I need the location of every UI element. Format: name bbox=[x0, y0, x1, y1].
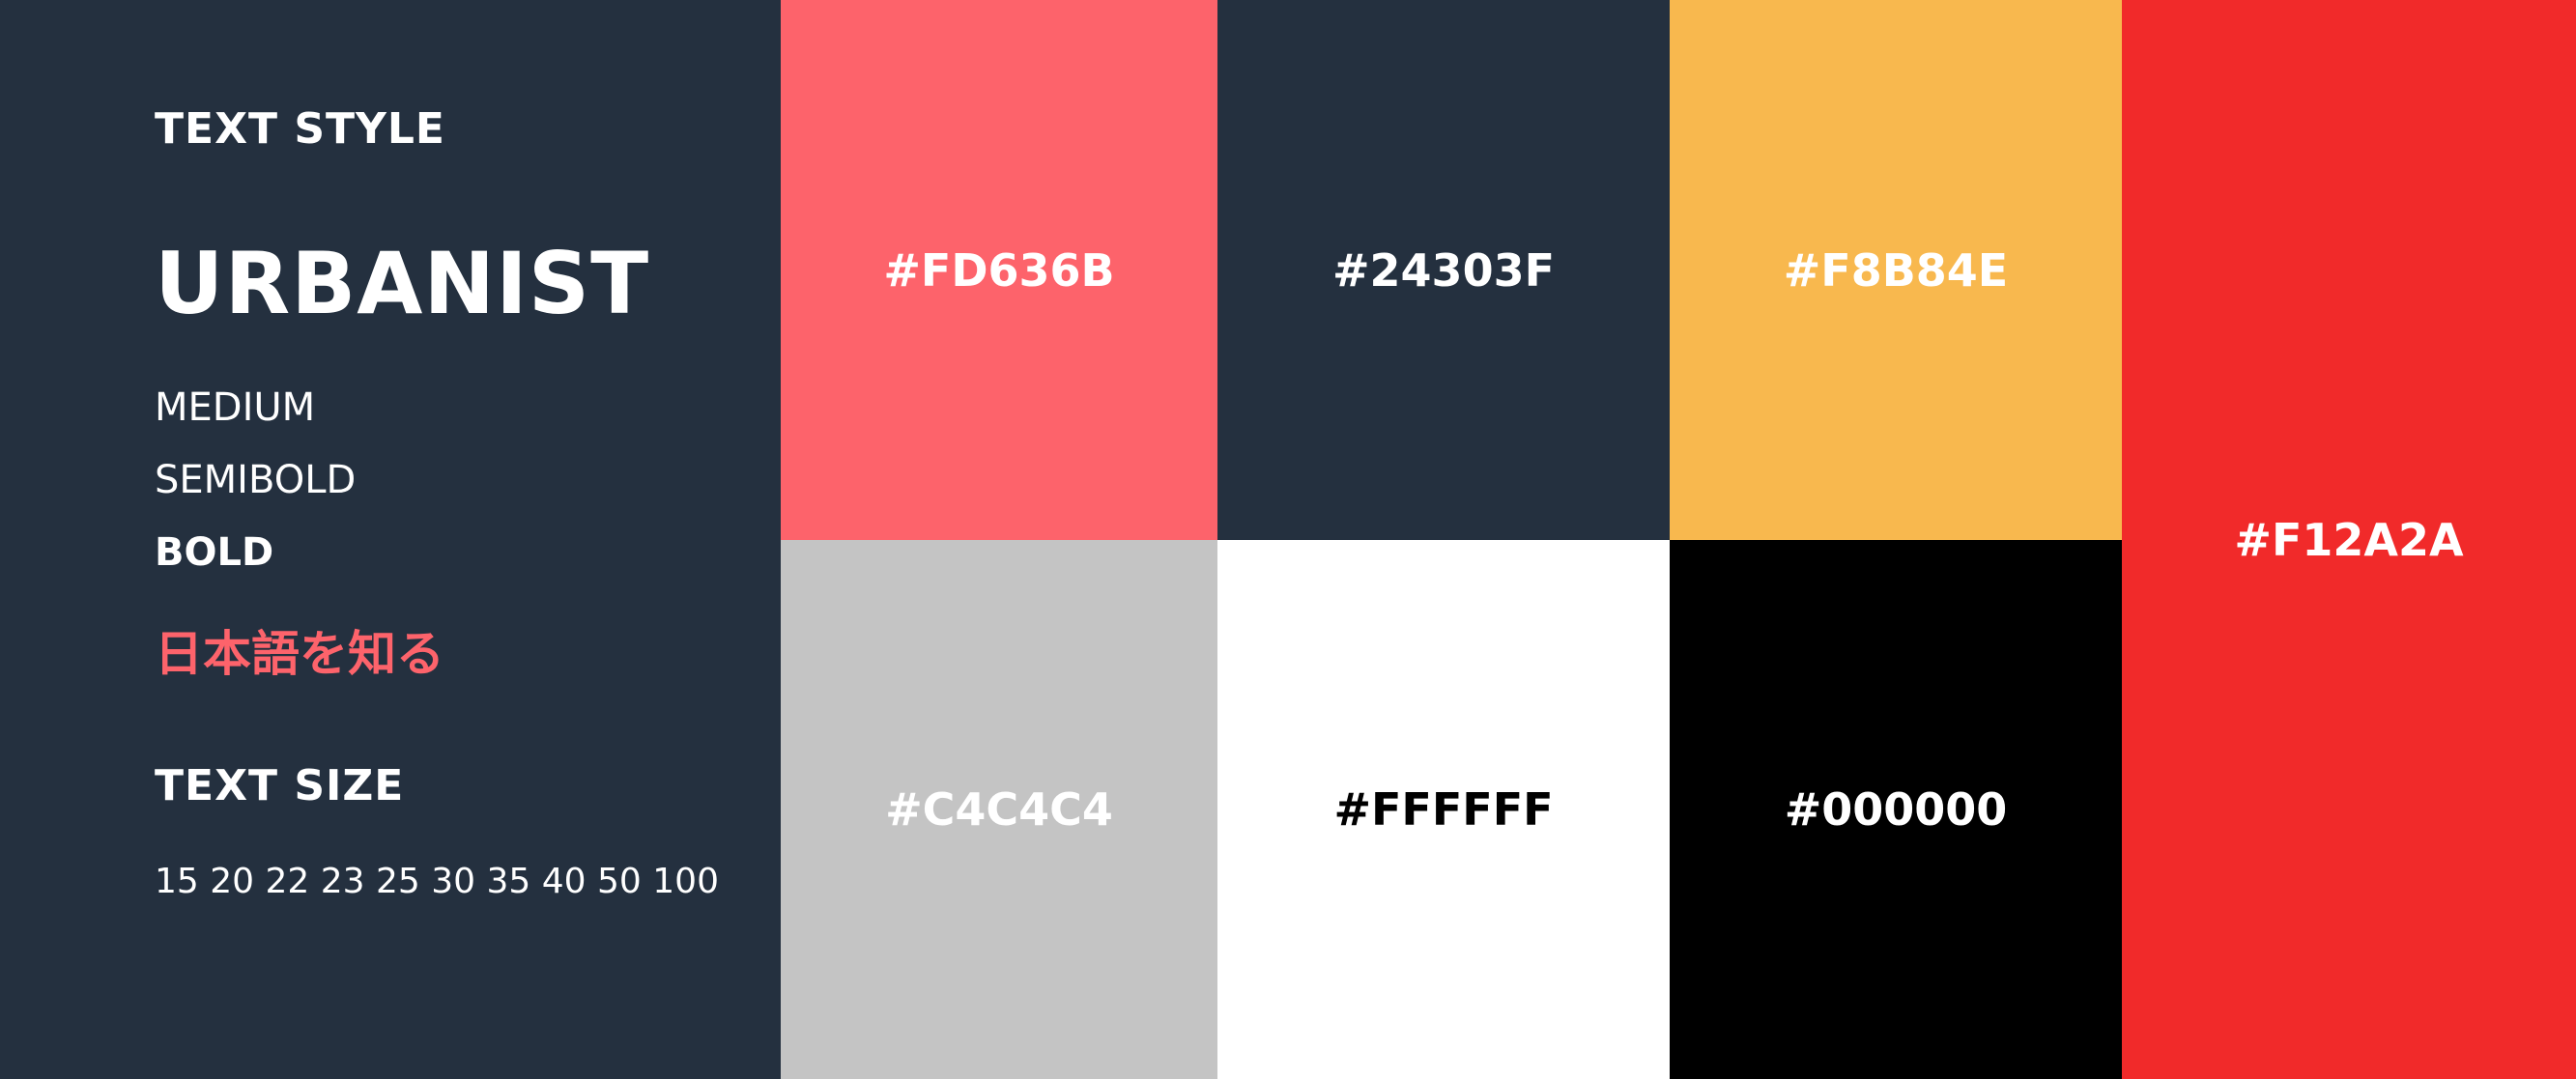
font-name: URBANIST bbox=[155, 234, 650, 333]
typography-panel: TEXT STYLE URBANIST MEDIUM SEMIBOLD BOLD… bbox=[0, 0, 781, 1079]
weight-semibold-sample: SEMIBOLD bbox=[155, 458, 357, 502]
weight-bold-sample: BOLD bbox=[155, 530, 274, 575]
color-swatch: #C4C4C4 bbox=[781, 540, 1217, 1079]
weight-medium-sample: MEDIUM bbox=[155, 385, 316, 430]
japanese-sample-text: 日本語を知る bbox=[155, 626, 444, 682]
color-swatch: #F12A2A bbox=[2122, 0, 2576, 1079]
color-swatch: #000000 bbox=[1670, 540, 2122, 1079]
text-size-heading: TEXT SIZE bbox=[155, 761, 405, 810]
swatch-hex-label: #000000 bbox=[1784, 783, 2008, 836]
text-size-list: 15 20 22 23 25 30 35 40 50 100 bbox=[155, 862, 719, 901]
color-swatch: #FFFFFF bbox=[1217, 540, 1670, 1079]
color-swatch: #FD636B bbox=[781, 0, 1217, 540]
swatch-hex-label: #F8B84E bbox=[1783, 243, 2009, 297]
swatch-hex-label: #24303F bbox=[1332, 243, 1555, 297]
color-swatch: #F8B84E bbox=[1670, 0, 2122, 540]
swatch-hex-label: #FD636B bbox=[883, 243, 1115, 297]
swatch-hex-label: #FFFFFF bbox=[1333, 783, 1554, 836]
text-style-heading: TEXT STYLE bbox=[155, 104, 445, 154]
color-swatch: #24303F bbox=[1217, 0, 1670, 540]
style-guide-board: TEXT STYLE URBANIST MEDIUM SEMIBOLD BOLD… bbox=[0, 0, 2576, 1079]
swatch-hex-label: #F12A2A bbox=[2234, 513, 2464, 566]
swatch-hex-label: #C4C4C4 bbox=[885, 783, 1113, 836]
